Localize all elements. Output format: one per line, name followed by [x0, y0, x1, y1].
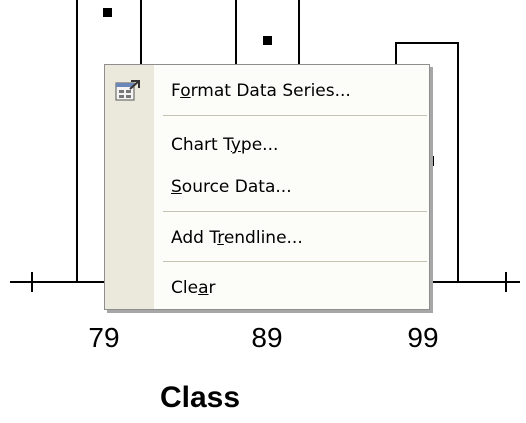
- menu-item-add-trendline[interactable]: Add Trendline...: [105, 218, 429, 258]
- menu-item-label: Add Trendline...: [171, 228, 303, 248]
- format-data-series-icon: [115, 79, 141, 103]
- menu-item-mnemonic: a: [198, 278, 209, 298]
- menu-item-source-data[interactable]: Source Data...: [105, 167, 429, 207]
- menu-item-mnemonic: r: [217, 228, 224, 248]
- x-tick-label-79: 79: [88, 322, 120, 353]
- menu-separator: [163, 211, 427, 212]
- menu-item-chart-type[interactable]: Chart Type...: [105, 125, 429, 165]
- menu-item-mnemonic: S: [171, 177, 182, 197]
- menu-item-clear[interactable]: Clear: [105, 268, 429, 308]
- menu-separator: [163, 115, 427, 116]
- menu-separator: [163, 261, 427, 262]
- x-tick-label-99: 99: [407, 322, 439, 353]
- x-axis-title: Class: [159, 381, 241, 414]
- data-marker[interactable]: [263, 36, 272, 45]
- menu-item-label: Source Data...: [171, 177, 292, 197]
- menu-item-mnemonic: y: [230, 135, 241, 155]
- menu-item-mnemonic: o: [180, 81, 191, 101]
- menu-item-label: Format Data Series...: [171, 81, 351, 101]
- menu-item-label: Clear: [171, 278, 216, 298]
- data-marker[interactable]: [103, 8, 112, 17]
- menu-item-format-data-series[interactable]: Format Data Series...: [105, 71, 429, 111]
- context-menu: Format Data Series... Chart Type... Sour…: [104, 64, 430, 310]
- menu-item-label: Chart Type...: [171, 135, 279, 155]
- x-tick-label-89: 89: [251, 322, 283, 353]
